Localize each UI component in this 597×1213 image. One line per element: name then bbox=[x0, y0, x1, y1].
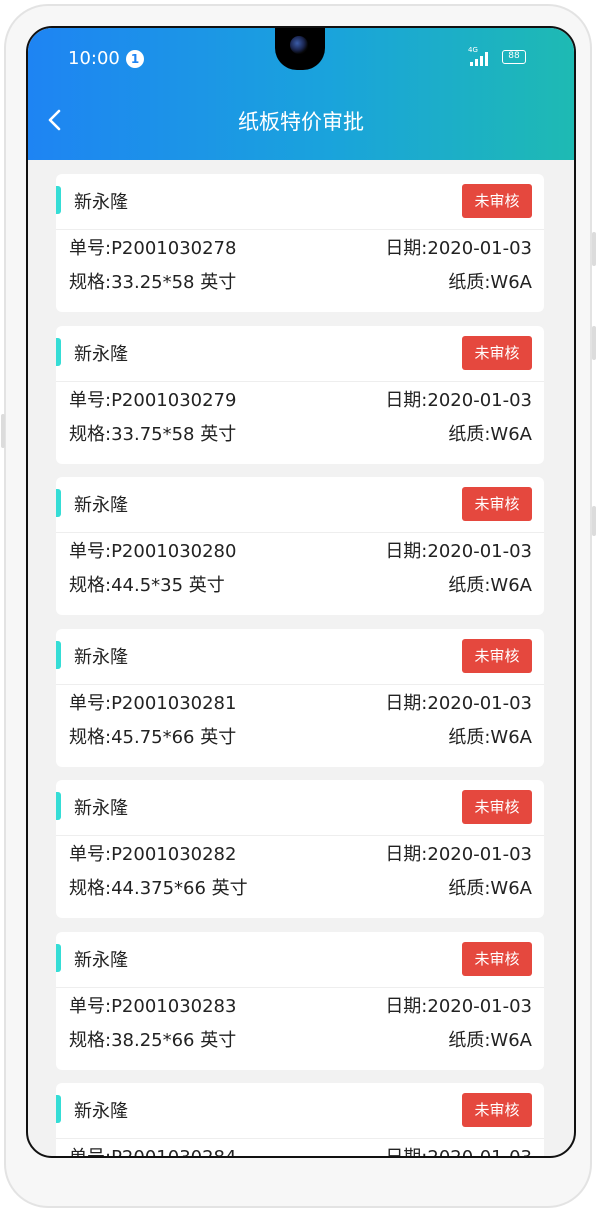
card-accent-bar bbox=[56, 943, 61, 972]
order-number: 单号:P2001030284 bbox=[69, 1147, 237, 1158]
approval-card[interactable]: 新永隆 未审核 单号:P2001030282 日期:2020-01-03 规格:… bbox=[56, 780, 544, 918]
card-divider bbox=[56, 380, 544, 382]
order-date: 日期:2020-01-03 bbox=[385, 995, 532, 1017]
camera-icon bbox=[290, 36, 308, 54]
order-number: 单号:P2001030280 bbox=[69, 541, 237, 562]
paper-type: 纸质:W6A bbox=[448, 272, 532, 293]
approval-card[interactable]: 新永隆 未审核 单号:P2001030280 日期:2020-01-03 规格:… bbox=[56, 477, 544, 615]
approval-card[interactable]: 新永隆 未审核 单号:P2001030284 日期:2020-01-03 规格:… bbox=[56, 1083, 544, 1158]
status-badge[interactable]: 未审核 bbox=[462, 1093, 532, 1127]
card-divider bbox=[56, 229, 544, 230]
status-time: 10:00 bbox=[68, 48, 120, 69]
paper-type: 纸质:W6A bbox=[448, 423, 532, 445]
order-date: 日期:2020-01-03 bbox=[385, 1147, 532, 1158]
approval-list[interactable]: 新永隆 未审核 单号:P2001030278 日期:2020-01-03 规格:… bbox=[28, 160, 574, 1156]
approval-card[interactable]: 新永隆 未审核 单号:P2001030279 日期:2020-01-03 规格:… bbox=[56, 325, 544, 464]
customer-name: 新永隆 bbox=[74, 343, 128, 365]
spec: 规格:33.25*58 英寸 bbox=[69, 272, 237, 293]
status-badge[interactable]: 未审核 bbox=[462, 941, 532, 976]
card-divider bbox=[56, 1138, 544, 1139]
notification-badge: 1 bbox=[126, 50, 144, 68]
customer-name: 新永隆 bbox=[74, 495, 128, 516]
card-accent-bar bbox=[56, 640, 61, 669]
side-key bbox=[1, 414, 5, 448]
customer-name: 新永隆 bbox=[74, 1101, 128, 1122]
spec: 规格:44.375*66 英寸 bbox=[69, 878, 248, 899]
spec: 规格:38.25*66 英寸 bbox=[69, 1029, 237, 1051]
page-title: 纸板特价审批 bbox=[238, 110, 364, 134]
battery-icon: 88 bbox=[502, 50, 526, 64]
approval-card[interactable]: 新永隆 未审核 单号:P2001030281 日期:2020-01-03 规格:… bbox=[56, 628, 544, 767]
status-badge[interactable]: 未审核 bbox=[462, 487, 532, 521]
card-divider bbox=[56, 532, 544, 533]
card-accent-bar bbox=[56, 1095, 61, 1123]
approval-card[interactable]: 新永隆 未审核 单号:P2001030283 日期:2020-01-03 规格:… bbox=[56, 931, 544, 1070]
order-number: 单号:P2001030281 bbox=[69, 692, 237, 714]
order-date: 日期:2020-01-03 bbox=[385, 389, 532, 411]
card-accent-bar bbox=[56, 792, 61, 820]
order-date: 日期:2020-01-03 bbox=[385, 692, 532, 714]
status-badge[interactable]: 未审核 bbox=[462, 184, 532, 218]
paper-type: 纸质:W6A bbox=[448, 575, 532, 596]
order-date: 日期:2020-01-03 bbox=[385, 238, 532, 259]
paper-type: 纸质:W6A bbox=[448, 1029, 532, 1051]
order-number: 单号:P2001030279 bbox=[69, 389, 237, 411]
order-date: 日期:2020-01-03 bbox=[385, 541, 532, 562]
customer-name: 新永隆 bbox=[74, 192, 128, 213]
card-accent-bar bbox=[56, 186, 61, 214]
status-badge[interactable]: 未审核 bbox=[462, 638, 532, 673]
phone-screen: 10:00 1 4G 88 纸板特价审批 新永隆 未审核 单号:P2001030… bbox=[26, 26, 576, 1158]
app-header: 10:00 1 4G 88 纸板特价审批 bbox=[28, 28, 574, 160]
customer-name: 新永隆 bbox=[74, 646, 128, 668]
card-accent-bar bbox=[56, 489, 61, 517]
card-divider bbox=[56, 683, 544, 685]
volume-up-button bbox=[592, 232, 596, 266]
card-divider bbox=[56, 986, 544, 988]
power-button bbox=[592, 506, 596, 536]
spec: 规格:33.75*58 英寸 bbox=[69, 423, 237, 445]
paper-type: 纸质:W6A bbox=[448, 726, 532, 748]
approval-card[interactable]: 新永隆 未审核 单号:P2001030278 日期:2020-01-03 规格:… bbox=[56, 174, 544, 312]
order-number: 单号:P2001030283 bbox=[69, 995, 237, 1017]
order-date: 日期:2020-01-03 bbox=[385, 844, 532, 865]
spec: 规格:45.75*66 英寸 bbox=[69, 726, 237, 748]
paper-type: 纸质:W6A bbox=[448, 878, 532, 899]
status-badge[interactable]: 未审核 bbox=[462, 790, 532, 824]
order-number: 单号:P2001030282 bbox=[69, 844, 237, 865]
customer-name: 新永隆 bbox=[74, 949, 128, 971]
status-badge[interactable]: 未审核 bbox=[462, 335, 532, 370]
signal-icon bbox=[470, 52, 492, 66]
card-accent-bar bbox=[56, 337, 61, 366]
order-number: 单号:P2001030278 bbox=[69, 238, 237, 259]
spec: 规格:44.5*35 英寸 bbox=[69, 575, 225, 596]
customer-name: 新永隆 bbox=[74, 798, 128, 819]
card-divider bbox=[56, 835, 544, 836]
volume-down-button bbox=[592, 326, 596, 360]
